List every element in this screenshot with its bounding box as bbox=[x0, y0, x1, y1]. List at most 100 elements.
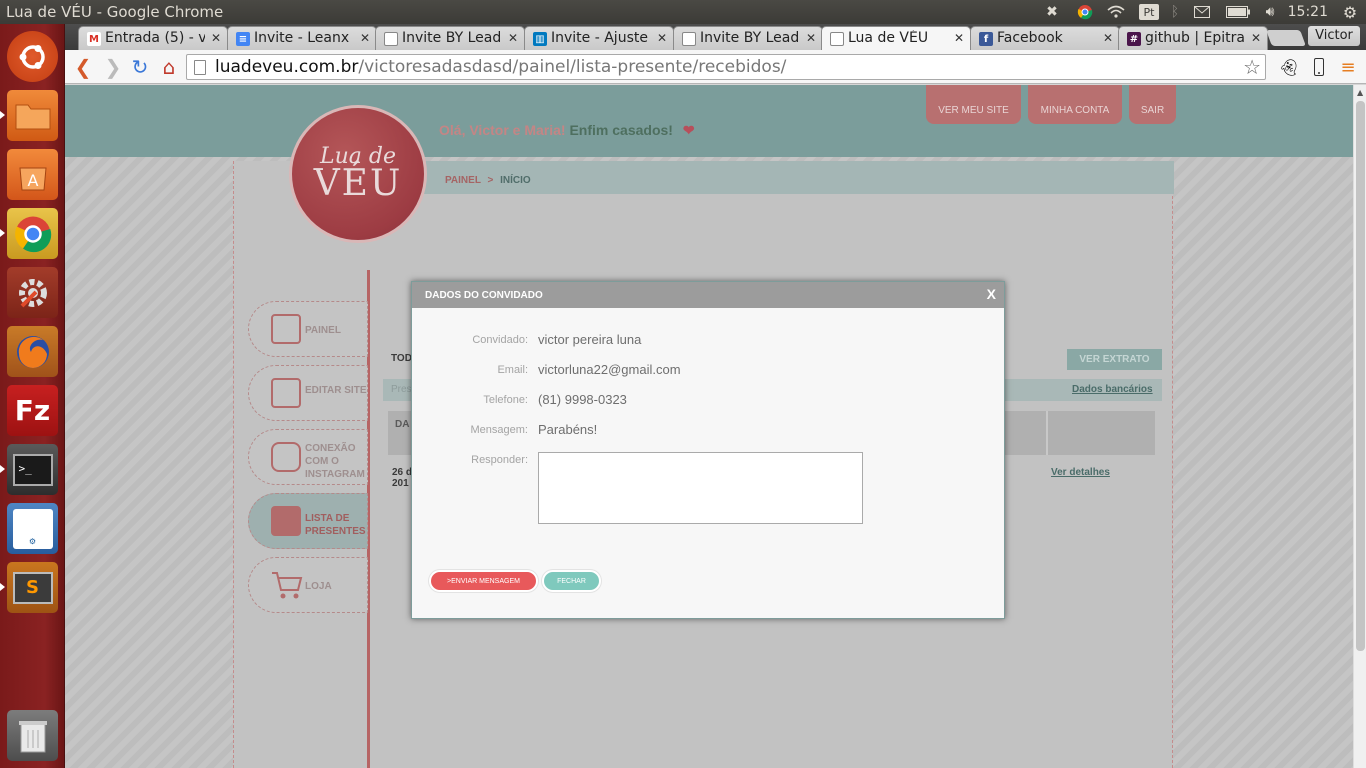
dropbox-icon[interactable]: ✖ bbox=[1042, 2, 1062, 22]
greeting-names: Olá, Victor e Maria! bbox=[439, 122, 566, 138]
table-divider bbox=[1046, 411, 1048, 455]
tab-facebook[interactable]: f Facebook ✕ bbox=[970, 26, 1120, 50]
sidebar-item-label: LISTA DE PRESENTES bbox=[305, 513, 366, 537]
mensagem-value: Parabéns! bbox=[538, 422, 598, 437]
dados-bancarios-link[interactable]: Dados bancários bbox=[1072, 384, 1153, 395]
send-message-button[interactable]: >ENVIAR MENSAGEM bbox=[429, 570, 538, 592]
extension-ghostery-icon[interactable]: 👻︎ bbox=[1277, 55, 1301, 79]
battery-icon[interactable] bbox=[1225, 2, 1251, 22]
convidado-value: victor pereira luna bbox=[538, 332, 642, 347]
chrome-icon[interactable] bbox=[7, 208, 58, 259]
volume-icon[interactable]: 🔊︎ bbox=[1259, 2, 1281, 22]
tab-close-icon[interactable]: ✕ bbox=[508, 31, 518, 45]
page-viewport: VER MEU SITE MINHA CONTA SAIR Olá, Victo… bbox=[65, 85, 1353, 768]
modal-close-button[interactable]: X bbox=[987, 286, 996, 302]
tab-close-icon[interactable]: ✕ bbox=[1251, 31, 1261, 45]
filezilla-icon[interactable]: Fz bbox=[7, 385, 58, 436]
profile-button[interactable]: Victor bbox=[1308, 26, 1360, 46]
tab-close-icon[interactable]: ✕ bbox=[1103, 31, 1113, 45]
breadcrumb-current: INÍCIO bbox=[500, 175, 531, 186]
close-modal-button[interactable]: FECHAR bbox=[542, 570, 601, 592]
sidebar-item-painel[interactable]: PAINEL bbox=[248, 301, 368, 357]
header-scallop bbox=[65, 149, 1353, 161]
new-tab-button[interactable] bbox=[1266, 30, 1306, 46]
mobile-device-icon[interactable] bbox=[1307, 55, 1331, 79]
software-center-icon[interactable]: A bbox=[7, 149, 58, 200]
forward-icon[interactable]: ❯ bbox=[101, 55, 125, 79]
terminal-icon[interactable]: >_ bbox=[7, 444, 58, 495]
hash-icon: # bbox=[1127, 32, 1141, 46]
sidebar-item-lista-de-presentes[interactable]: LISTA DE PRESENTES bbox=[248, 493, 368, 549]
email-label: Email: bbox=[497, 364, 528, 376]
tab-invite-by-lead[interactable]: Invite BY Lead ✕ bbox=[375, 26, 525, 50]
ver-meu-site-button[interactable]: VER MEU SITE bbox=[926, 85, 1021, 124]
email-value: victorluna22@gmail.com bbox=[538, 362, 681, 377]
page-scrollbar[interactable]: ▲ bbox=[1353, 85, 1366, 768]
address-bar[interactable]: luadeveu.com.br/victoresadasdasd/painel/… bbox=[186, 54, 1266, 80]
telefone-label: Telefone: bbox=[483, 394, 528, 406]
table-header-cell: DA bbox=[395, 419, 410, 430]
tab-close-icon[interactable]: ✕ bbox=[806, 31, 816, 45]
layout-icon bbox=[271, 378, 301, 408]
launcher: A Fz >_ ⚙︎ S bbox=[0, 24, 65, 768]
guest-details-modal: DADOS DO CONVIDADO X Convidado: victor p… bbox=[411, 281, 1005, 619]
ver-extrato-button[interactable]: VER EXTRATO bbox=[1067, 349, 1162, 370]
page-info-icon[interactable] bbox=[194, 60, 206, 75]
scroll-up-icon[interactable]: ▲ bbox=[1357, 88, 1363, 97]
mail-icon[interactable] bbox=[1192, 2, 1212, 22]
ver-detalhes-link[interactable]: Ver detalhes bbox=[1051, 467, 1110, 478]
keyboard-layout-indicator[interactable]: Pt bbox=[1139, 4, 1159, 20]
wifi-icon[interactable] bbox=[1106, 2, 1126, 22]
system-settings-icon[interactable] bbox=[7, 267, 58, 318]
heart-icon: ❤ bbox=[682, 122, 695, 138]
site-logo[interactable]: Lua de VÉU bbox=[289, 105, 427, 243]
chrome-menu-icon[interactable]: ≡ bbox=[1336, 55, 1360, 79]
table-cell-year: 201 bbox=[392, 478, 409, 489]
sair-button[interactable]: SAIR bbox=[1129, 85, 1176, 124]
running-indicator bbox=[0, 465, 5, 473]
tab-github-epitra[interactable]: # github | Epitra ✕ bbox=[1118, 26, 1268, 50]
sidebar-item-instagram[interactable]: CONEXÃO COM O INSTAGRAM bbox=[248, 429, 368, 485]
firefox-icon[interactable] bbox=[7, 326, 58, 377]
clock[interactable]: 15:21 bbox=[1288, 4, 1328, 20]
chrome-window: M Entrada (5) - v ✕ ≡ Invite - Leanx ✕ I… bbox=[65, 24, 1366, 768]
tab-close-icon[interactable]: ✕ bbox=[211, 31, 221, 45]
url-host: luadeveu.com.br bbox=[215, 57, 359, 77]
tab-invite-by-lead-2[interactable]: Invite BY Lead ✕ bbox=[673, 26, 823, 50]
bookmark-star-icon[interactable]: ☆ bbox=[1243, 55, 1261, 79]
gmail-icon: M bbox=[87, 32, 101, 46]
home-icon[interactable]: ⌂ bbox=[157, 55, 181, 79]
sidebar-item-loja[interactable]: LOJA bbox=[248, 557, 368, 613]
scrollbar-thumb[interactable] bbox=[1356, 101, 1365, 651]
browser-toolbar: ❮ ❯ ↻ ⌂ luadeveu.com.br/victoresadasdasd… bbox=[65, 50, 1366, 84]
breadcrumb-painel[interactable]: PAINEL bbox=[445, 175, 481, 186]
ubuntu-dash-icon[interactable] bbox=[7, 31, 58, 82]
tab-lua-de-veu[interactable]: Lua de VÉU ✕ bbox=[821, 26, 971, 50]
running-indicator bbox=[0, 111, 5, 119]
files-icon[interactable] bbox=[7, 90, 58, 141]
tab-invite-leanx[interactable]: ≡ Invite - Leanx ✕ bbox=[227, 26, 377, 50]
back-icon[interactable]: ❮ bbox=[71, 55, 95, 79]
sublime-text-icon[interactable]: S bbox=[7, 562, 58, 613]
tab-invite-ajuste[interactable]: ▥ Invite - Ajuste ✕ bbox=[524, 26, 674, 50]
mysql-workbench-icon[interactable]: ⚙︎ bbox=[7, 503, 58, 554]
tab-gmail[interactable]: M Entrada (5) - v ✕ bbox=[78, 26, 228, 50]
tab-close-icon[interactable]: ✕ bbox=[657, 31, 667, 45]
minha-conta-button[interactable]: MINHA CONTA bbox=[1028, 85, 1122, 124]
tab-close-icon[interactable]: ✕ bbox=[360, 31, 370, 45]
trello-icon: ▥ bbox=[533, 32, 547, 46]
facebook-icon: f bbox=[979, 32, 993, 46]
trash-icon[interactable] bbox=[7, 710, 58, 761]
gift-icon bbox=[271, 506, 301, 536]
breadcrumb: PAINEL > INÍCIO bbox=[445, 175, 531, 186]
reload-icon[interactable]: ↻ bbox=[128, 55, 152, 79]
reply-textarea[interactable] bbox=[538, 452, 863, 524]
bluetooth-icon[interactable]: ᛒ bbox=[1168, 2, 1182, 22]
breadcrumb-separator: > bbox=[487, 175, 494, 186]
greeting-message: Enfim casados! bbox=[569, 122, 673, 138]
sidebar-item-editar-site[interactable]: EDITAR SITE bbox=[248, 365, 368, 421]
settings-gear-icon[interactable]: ⚙ bbox=[1340, 2, 1360, 22]
chrome-tray-icon[interactable] bbox=[1075, 2, 1095, 22]
list-tab[interactable]: Pres bbox=[391, 384, 412, 395]
tab-close-icon[interactable]: ✕ bbox=[954, 31, 964, 45]
